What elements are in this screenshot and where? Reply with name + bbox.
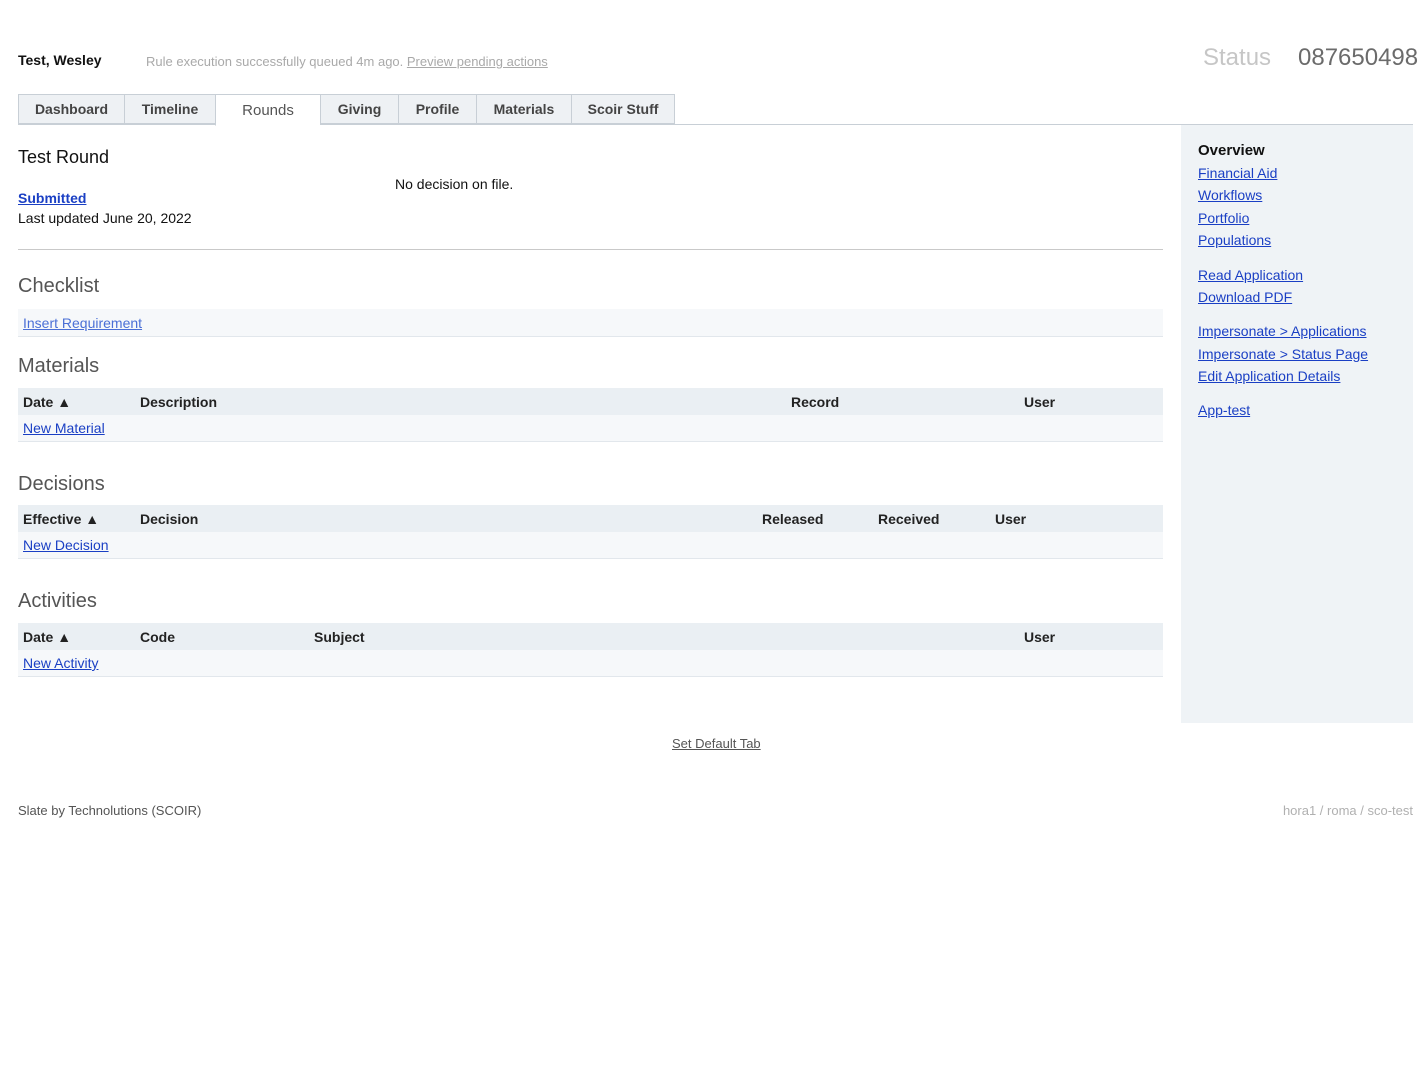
sidebar-link-workflows[interactable]: Workflows	[1198, 187, 1262, 203]
activities-col-subject[interactable]: Subject	[314, 629, 365, 645]
sidebar-link-financial-aid[interactable]: Financial Aid	[1198, 165, 1277, 181]
round-decision-text: No decision on file.	[395, 176, 514, 192]
new-decision-link[interactable]: New Decision	[23, 537, 109, 553]
round-title: Test Round	[18, 147, 110, 167]
sidebar-link-app-test[interactable]: App-test	[1198, 402, 1250, 418]
tab-rounds[interactable]: Rounds	[215, 94, 320, 126]
sidebar-link-download-pdf[interactable]: Download PDF	[1198, 289, 1292, 305]
insert-requirement-link[interactable]: Insert Requirement	[23, 315, 142, 331]
activities-table-header: Date ▲ Code Subject User	[18, 623, 1163, 650]
set-default-tab-link[interactable]: Set Default Tab	[672, 736, 761, 751]
tab-bar: Dashboard Timeline Rounds Giving Profile…	[18, 94, 675, 126]
status-label: Status	[1203, 44, 1272, 71]
new-material-link[interactable]: New Material	[23, 420, 105, 436]
materials-col-date[interactable]: Date ▲	[23, 394, 71, 410]
materials-col-description[interactable]: Description	[140, 394, 217, 410]
section-divider	[18, 249, 1163, 250]
activities-new-row: New Activity	[18, 650, 1163, 677]
decisions-col-received[interactable]: Received	[878, 511, 939, 527]
preview-pending-actions-link[interactable]: Preview pending actions	[407, 54, 548, 69]
materials-table-header: Date ▲ Description Record User	[18, 388, 1163, 415]
activities-col-user[interactable]: User	[1024, 629, 1055, 645]
tab-timeline[interactable]: Timeline	[124, 94, 215, 124]
overview-sidebar: Overview Financial Aid Workflows Portfol…	[1181, 125, 1413, 723]
materials-title: Materials	[18, 355, 100, 377]
activities-col-date[interactable]: Date ▲	[23, 629, 71, 645]
round-last-updated: Last updated June 20, 2022	[18, 210, 192, 226]
decisions-col-user[interactable]: User	[995, 511, 1026, 527]
tab-materials[interactable]: Materials	[476, 94, 571, 124]
decisions-col-released[interactable]: Released	[762, 511, 823, 527]
tab-dashboard[interactable]: Dashboard	[18, 94, 124, 124]
sidebar-link-read-application[interactable]: Read Application	[1198, 267, 1303, 283]
materials-col-record[interactable]: Record	[791, 394, 839, 410]
decisions-new-row: New Decision	[18, 532, 1163, 559]
tab-profile[interactable]: Profile	[398, 94, 476, 124]
footer-credit: Slate by Technolutions (SCOIR)	[18, 803, 202, 818]
tab-giving[interactable]: Giving	[320, 94, 398, 124]
decisions-col-effective[interactable]: Effective ▲	[23, 511, 99, 527]
checklist-row: Insert Requirement	[18, 309, 1163, 337]
new-activity-link[interactable]: New Activity	[23, 655, 98, 671]
sidebar-link-impersonate-applications[interactable]: Impersonate > Applications	[1198, 323, 1367, 339]
person-name: Test, Wesley	[18, 52, 102, 68]
decisions-col-decision[interactable]: Decision	[140, 511, 198, 527]
checklist-title: Checklist	[18, 275, 100, 297]
materials-col-user[interactable]: User	[1024, 394, 1055, 410]
sidebar-link-impersonate-status-page[interactable]: Impersonate > Status Page	[1198, 346, 1368, 362]
round-status-link[interactable]: Submitted	[18, 190, 86, 206]
sidebar-link-portfolio[interactable]: Portfolio	[1198, 210, 1249, 226]
sidebar-heading: Overview	[1198, 142, 1265, 159]
sidebar-link-populations[interactable]: Populations	[1198, 232, 1271, 248]
rule-execution-message: Rule execution successfully queued 4m ag…	[146, 54, 548, 69]
sidebar-link-edit-application-details[interactable]: Edit Application Details	[1198, 368, 1340, 384]
decisions-table-header: Effective ▲ Decision Released Received U…	[18, 505, 1163, 532]
activities-title: Activities	[18, 590, 97, 612]
record-id: 087650498	[1298, 44, 1419, 71]
decisions-title: Decisions	[18, 473, 105, 495]
rule-message-text: Rule execution successfully queued 4m ag…	[146, 54, 404, 69]
footer-server-info: hora1 / roma / sco-test	[1282, 803, 1413, 818]
tab-scoir-stuff[interactable]: Scoir Stuff	[571, 94, 675, 124]
materials-new-row: New Material	[18, 415, 1163, 442]
activities-col-code[interactable]: Code	[140, 629, 175, 645]
